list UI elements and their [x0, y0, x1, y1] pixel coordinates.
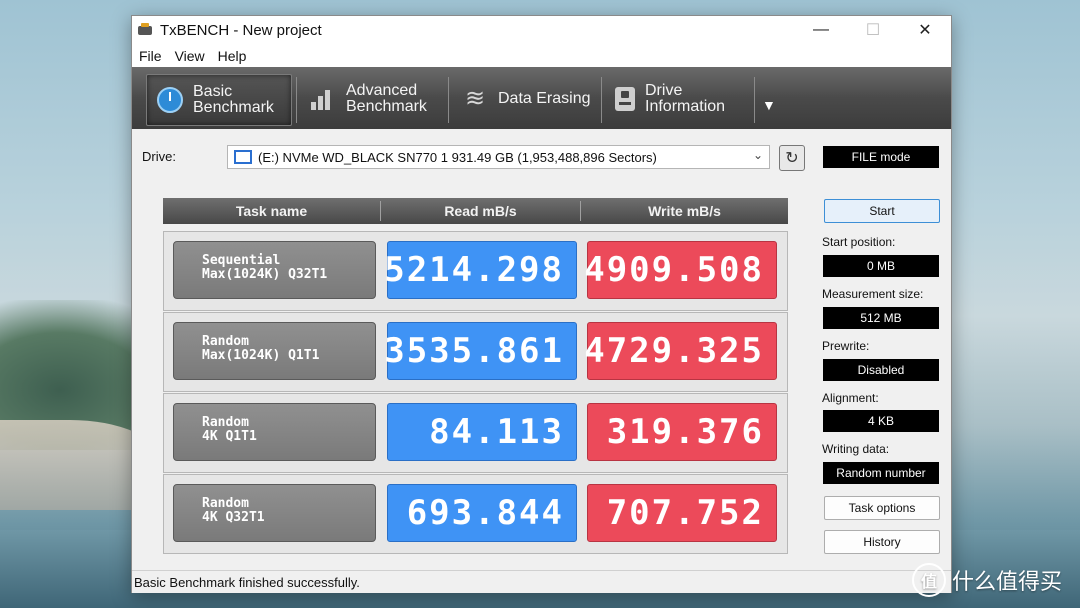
prewrite-field[interactable]: Disabled — [823, 359, 939, 381]
toolbar-separator — [601, 77, 602, 123]
status-bar: Basic Benchmark finished successfully. — [132, 570, 951, 593]
write-value: 4729.325 — [584, 322, 777, 380]
tab-basic-benchmark[interactable]: Basic Benchmark — [146, 74, 292, 126]
close-button[interactable]: ✕ — [899, 16, 951, 44]
tab-advanced-label: Advanced Benchmark — [346, 82, 427, 115]
status-text: Basic Benchmark finished successfully. — [134, 574, 360, 590]
start-position-label: Start position: — [822, 235, 896, 249]
read-value: 5214.298 — [384, 241, 577, 299]
read-value: 3535.861 — [384, 322, 577, 380]
title-bar[interactable]: TxBENCH - New project — ☐ ✕ — [132, 16, 951, 44]
toolbar: Basic Benchmark Advanced Benchmark ≋ Data … — [132, 67, 951, 129]
task-button[interactable]: Sequential Max(1024K) Q32T1 — [173, 241, 376, 299]
result-row: Random 4K Q1T1 84.113 319.376 — [163, 393, 788, 473]
maximize-button[interactable]: ☐ — [847, 16, 899, 44]
toolbar-separator — [448, 77, 449, 123]
refresh-button[interactable]: ↻ — [779, 145, 805, 171]
task-button[interactable]: Random 4K Q32T1 — [173, 484, 376, 542]
disk-icon — [234, 150, 252, 164]
alignment-label: Alignment: — [822, 391, 879, 405]
start-position-field[interactable]: 0 MB — [823, 255, 939, 277]
watermark-logo: 值 — [911, 563, 946, 597]
toolbar-more-icon[interactable]: ▼ — [762, 97, 776, 113]
tab-data-erasing[interactable]: ≋ Data Erasing — [452, 74, 597, 124]
window-title: TxBENCH - New project — [160, 21, 322, 39]
result-row: Random 4K Q32T1 693.844 707.752 — [163, 474, 788, 554]
task-button[interactable]: Random 4K Q1T1 — [173, 403, 376, 461]
header-task-name: Task name — [235, 203, 308, 219]
measurement-size-label: Measurement size: — [822, 287, 924, 301]
app-icon — [138, 23, 154, 37]
drive-icon — [615, 87, 635, 111]
header-read: Read mB/s — [444, 203, 517, 219]
drive-label: Drive: — [142, 149, 176, 164]
header-write: Write mB/s — [648, 203, 721, 219]
drive-select[interactable]: (E:) NVMe WD_BLACK SN770 1 931.49 GB (1,… — [227, 145, 770, 169]
toolbar-separator — [296, 77, 297, 123]
minimize-button[interactable]: — — [795, 16, 847, 44]
drive-select-value: (E:) NVMe WD_BLACK SN770 1 931.49 GB (1,… — [258, 149, 657, 165]
read-value: 693.844 — [387, 484, 577, 542]
read-value: 84.113 — [387, 403, 577, 461]
menu-bar: File View Help — [132, 44, 951, 67]
txbench-window: TxBENCH - New project — ☐ ✕ File View He… — [131, 15, 952, 593]
toolbar-separator — [754, 77, 755, 123]
window-controls: — ☐ ✕ — [795, 16, 951, 44]
writing-data-label: Writing data: — [822, 442, 890, 456]
tab-basic-label: Basic Benchmark — [193, 83, 274, 116]
results-header: Task name Read mB/s Write mB/s — [163, 198, 788, 224]
menu-file[interactable]: File — [132, 48, 168, 64]
menu-help[interactable]: Help — [211, 48, 253, 64]
alignment-field[interactable]: 4 KB — [823, 410, 939, 432]
mode-indicator: FILE mode — [823, 146, 939, 168]
result-row: Sequential Max(1024K) Q32T1 5214.298 4909… — [163, 231, 788, 311]
bar-chart-icon — [310, 86, 336, 112]
stopwatch-icon — [157, 87, 183, 113]
result-row: Random Max(1024K) Q1T1 3535.861 4729.325 — [163, 312, 788, 392]
watermark-text: 什么值得买 — [951, 570, 1062, 595]
tab-erasing-label: Data Erasing — [498, 90, 591, 107]
history-button[interactable]: History — [824, 530, 940, 554]
watermark: 值 什么值得买 — [911, 563, 1062, 597]
eraser-icon: ≋ — [464, 85, 486, 112]
chevron-down-icon: ⌄ — [752, 148, 763, 162]
measurement-size-field[interactable]: 512 MB — [823, 307, 939, 329]
write-value: 707.752 — [587, 484, 777, 542]
tab-advanced-benchmark[interactable]: Advanced Benchmark — [300, 74, 445, 124]
task-options-button[interactable]: Task options — [824, 496, 940, 520]
writing-data-field[interactable]: Random number — [823, 462, 939, 484]
prewrite-label: Prewrite: — [822, 339, 870, 353]
refresh-icon: ↻ — [785, 150, 799, 167]
write-value: 319.376 — [587, 403, 777, 461]
task-button[interactable]: Random Max(1024K) Q1T1 — [173, 322, 376, 380]
menu-view[interactable]: View — [168, 48, 211, 64]
tab-drive-label: Drive Information — [645, 82, 726, 115]
write-value: 4909.508 — [584, 241, 777, 299]
start-button[interactable]: Start — [824, 199, 940, 223]
tab-drive-information[interactable]: Drive Information — [605, 74, 750, 124]
